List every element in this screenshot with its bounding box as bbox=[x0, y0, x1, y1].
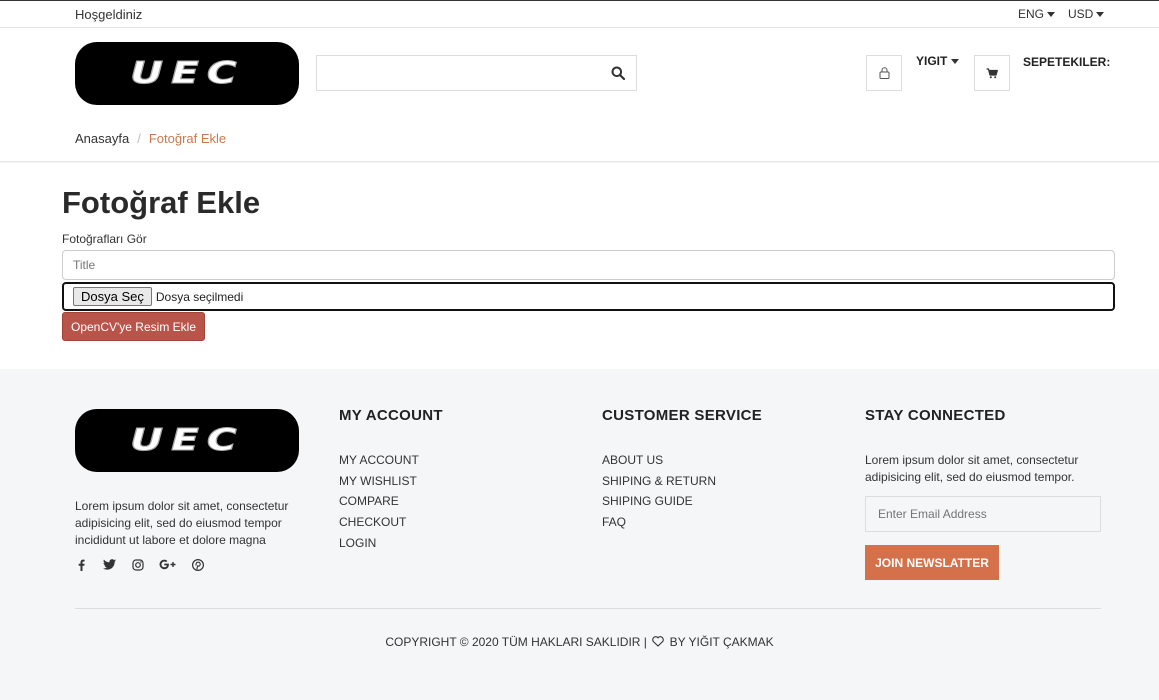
top-bar: Hoşgeldiniz ENG USD bbox=[0, 0, 1159, 28]
footer-link-shiping-guide[interactable]: SHIPING GUIDE bbox=[602, 494, 716, 515]
copyright-text: COPYRIGHT © 2020 TÜM HAKLARI SAKLIDIR | bbox=[385, 635, 647, 649]
user-menu[interactable]: YIGIT bbox=[916, 54, 960, 68]
join-newsletter-button[interactable]: JOIN NEWSLATTER bbox=[865, 545, 999, 580]
cart-label: SEPETEKILER: bbox=[1023, 55, 1111, 69]
site-logo[interactable]: UEC bbox=[75, 42, 299, 105]
language-dropdown[interactable]: ENG bbox=[1018, 7, 1056, 21]
stay-connected-title: STAY CONNECTED bbox=[865, 407, 1006, 424]
footer-link-compare[interactable]: COMPARE bbox=[339, 494, 419, 515]
title-input[interactable] bbox=[62, 250, 1115, 280]
social-links bbox=[75, 558, 204, 571]
file-input: Dosya Seç Dosya seçilmedi bbox=[62, 282, 1115, 311]
heart-icon bbox=[652, 636, 665, 647]
site-footer: UEC Lorem ipsum dolor sit amet, consecte… bbox=[0, 369, 1159, 700]
file-status-text: Dosya seçilmedi bbox=[155, 289, 244, 304]
logo-text: UEC bbox=[129, 423, 245, 459]
upload-image-button[interactable]: OpenCV'ye Resim Ekle bbox=[62, 312, 205, 341]
cart-icon bbox=[986, 67, 998, 78]
logo-text: UEC bbox=[129, 56, 245, 92]
facebook-icon[interactable] bbox=[75, 558, 88, 571]
customer-service-title: CUSTOMER SERVICE bbox=[602, 407, 763, 424]
welcome-text: Hoşgeldiniz bbox=[75, 7, 143, 22]
footer-link-faq[interactable]: FAQ bbox=[602, 515, 716, 536]
caret-down-icon bbox=[1047, 12, 1056, 17]
breadcrumb-current: Fotoğraf Ekle bbox=[148, 131, 227, 146]
currency-dropdown[interactable]: USD bbox=[1068, 7, 1105, 21]
page-title: Fotoğraf Ekle bbox=[62, 185, 261, 220]
choose-file-button[interactable]: Dosya Seç bbox=[73, 287, 152, 306]
form-label: Fotoğrafları Gör bbox=[62, 232, 147, 246]
footer-divider bbox=[75, 608, 1101, 609]
caret-down-icon bbox=[951, 59, 960, 64]
search-icon[interactable] bbox=[611, 66, 625, 80]
footer-link-my-account[interactable]: MY ACCOUNT bbox=[339, 453, 419, 474]
footer-logo[interactable]: UEC bbox=[75, 409, 299, 472]
account-button[interactable] bbox=[866, 55, 902, 91]
footer-link-about-us[interactable]: ABOUT US bbox=[602, 453, 716, 474]
footer-description: Lorem ipsum dolor sit amet, consectetur … bbox=[75, 499, 289, 547]
footer-link-login[interactable]: LOGIN bbox=[339, 536, 419, 557]
customer-service-links: ABOUT US SHIPING & RETURN SHIPING GUIDE … bbox=[602, 453, 716, 536]
caret-down-icon bbox=[1096, 12, 1105, 17]
lock-icon bbox=[879, 67, 889, 79]
google-plus-icon[interactable] bbox=[159, 558, 176, 571]
search-input[interactable] bbox=[317, 56, 597, 90]
cart-button[interactable] bbox=[974, 55, 1010, 91]
my-account-title: MY ACCOUNT bbox=[339, 407, 443, 424]
footer-link-my-wishlist[interactable]: MY WISHLIST bbox=[339, 474, 419, 495]
my-account-links: MY ACCOUNT MY WISHLIST COMPARE CHECKOUT … bbox=[339, 453, 419, 556]
copyright: COPYRIGHT © 2020 TÜM HAKLARI SAKLIDIR | … bbox=[0, 635, 1159, 649]
breadcrumb-separator: / bbox=[137, 131, 141, 146]
footer-link-shiping-return[interactable]: SHIPING & RETURN bbox=[602, 474, 716, 495]
language-label: ENG bbox=[1018, 7, 1045, 21]
author-credit: BY YIĞIT ÇAKMAK bbox=[669, 635, 774, 649]
stay-connected-description: Lorem ipsum dolor sit amet, consectetur … bbox=[865, 453, 1079, 484]
twitter-icon[interactable] bbox=[103, 558, 116, 571]
pinterest-icon[interactable] bbox=[191, 558, 204, 571]
instagram-icon[interactable] bbox=[131, 558, 144, 571]
currency-label: USD bbox=[1068, 7, 1094, 21]
site-header: UEC YIGIT SEPETEKILER: Anasayfa / Fotoğr… bbox=[0, 28, 1159, 162]
newsletter-email-input[interactable] bbox=[865, 496, 1101, 532]
breadcrumb-home[interactable]: Anasayfa bbox=[75, 131, 129, 146]
breadcrumb: Anasayfa / Fotoğraf Ekle bbox=[75, 131, 226, 146]
footer-link-checkout[interactable]: CHECKOUT bbox=[339, 515, 419, 536]
user-name: YIGIT bbox=[916, 54, 948, 68]
main-content: Fotoğraf Ekle Fotoğrafları Gör Dosya Seç… bbox=[0, 163, 1159, 369]
search-box bbox=[316, 55, 637, 91]
